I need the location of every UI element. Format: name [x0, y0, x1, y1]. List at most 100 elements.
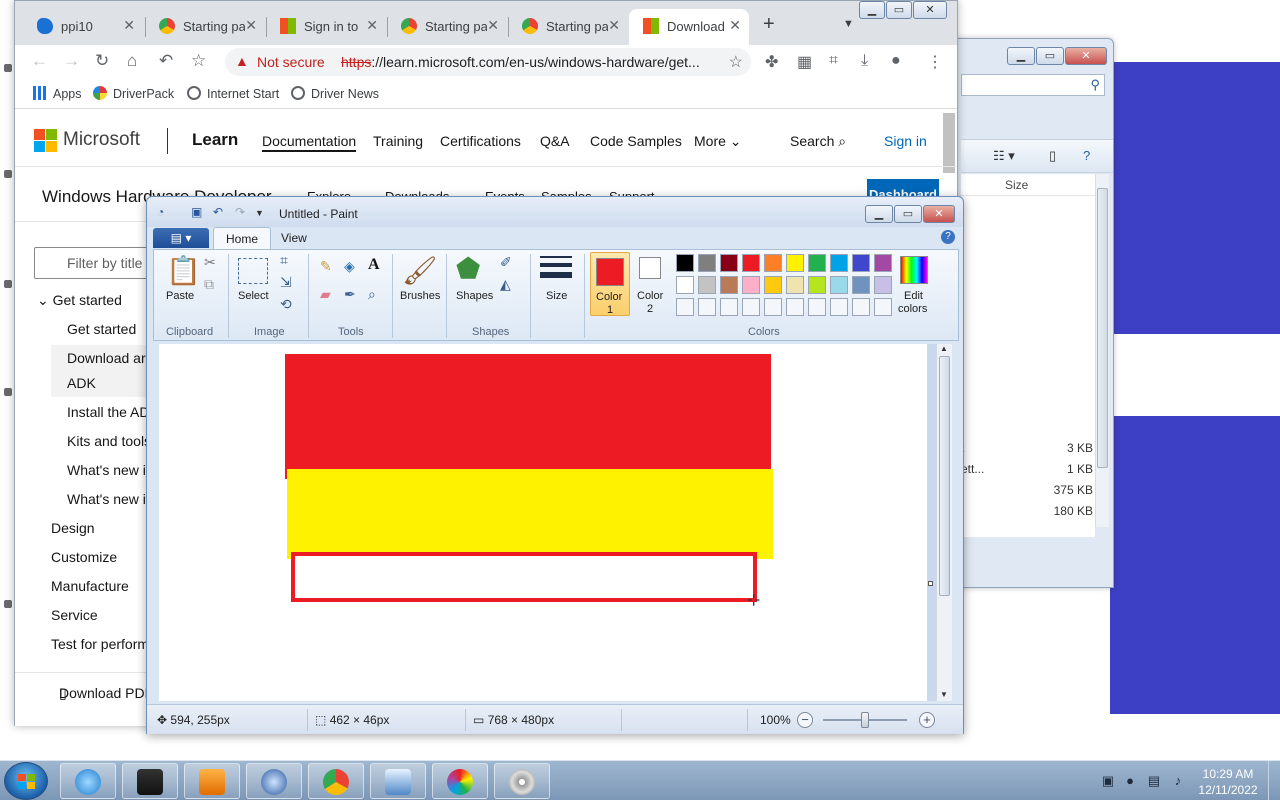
text-icon[interactable]: A: [368, 256, 380, 274]
browser-tab[interactable]: Starting pa ✕: [387, 9, 507, 45]
bookmark-apps[interactable]: Apps: [33, 86, 82, 101]
crop-icon[interactable]: ⌗: [280, 252, 288, 269]
tray-warning-icon[interactable]: ●: [1122, 773, 1138, 789]
color1-button[interactable]: Color 1: [590, 252, 630, 316]
palette-color-swatch[interactable]: [852, 254, 870, 272]
crop-icon[interactable]: ⌗: [829, 52, 838, 70]
bookmark-driver-news[interactable]: Driver News: [291, 86, 379, 101]
sign-in-link[interactable]: Sign in: [884, 133, 927, 149]
desktop-icon[interactable]: [4, 280, 12, 288]
desktop-icon[interactable]: [4, 64, 12, 72]
customize-qat-icon[interactable]: ▼: [255, 208, 264, 218]
view-options-icon[interactable]: ☷ ▾: [993, 148, 1015, 164]
close-tab-icon[interactable]: ✕: [729, 17, 741, 34]
microsoft-logo-icon[interactable]: [34, 129, 57, 152]
undo-icon[interactable]: ↶: [159, 51, 173, 71]
custom-color-slot[interactable]: [786, 298, 804, 316]
extensions-grid-icon[interactable]: ▦: [797, 52, 812, 72]
redo-icon[interactable]: ↷: [235, 205, 245, 219]
toc-item[interactable]: What's new i: [67, 462, 146, 478]
palette-color-swatch[interactable]: [698, 254, 716, 272]
toc-section[interactable]: Service: [51, 607, 98, 623]
palette-color-swatch[interactable]: [742, 254, 760, 272]
reload-icon[interactable]: ↻: [95, 51, 109, 71]
toc-section[interactable]: Manufacture: [51, 578, 129, 594]
toc-item[interactable]: Kits and tools: [67, 433, 151, 449]
taskbar-app[interactable]: [122, 763, 178, 799]
palette-color-swatch[interactable]: [720, 276, 738, 294]
toc-section[interactable]: Customize: [51, 549, 117, 565]
select-button[interactable]: Select: [238, 290, 269, 303]
palette-color-swatch[interactable]: [698, 276, 716, 294]
palette-color-swatch[interactable]: [852, 276, 870, 294]
custom-color-slot[interactable]: [720, 298, 738, 316]
custom-color-slot[interactable]: [808, 298, 826, 316]
file-menu-button[interactable]: ▤ ▾: [153, 228, 209, 248]
palette-color-swatch[interactable]: [742, 276, 760, 294]
close-tab-icon[interactable]: ✕: [123, 17, 135, 34]
desktop-icon[interactable]: [4, 388, 12, 396]
close-button[interactable]: ✕: [913, 1, 947, 19]
browser-tab[interactable]: Starting pa ✕: [145, 9, 265, 45]
profile-icon[interactable]: ●: [891, 52, 901, 70]
palette-color-swatch[interactable]: [764, 276, 782, 294]
explorer-scrollbar[interactable]: [1095, 174, 1109, 527]
download-icon[interactable]: ⤓: [861, 52, 868, 70]
scroll-down-icon[interactable]: ▼: [940, 690, 948, 699]
new-tab-icon[interactable]: +: [763, 13, 775, 36]
file-row[interactable]: ett... 1 KB: [961, 459, 1095, 480]
page-search[interactable]: Search ⌕: [790, 133, 846, 150]
taskbar-app[interactable]: [494, 763, 550, 799]
outline-icon[interactable]: ✐: [500, 254, 512, 271]
toc-item[interactable]: What's new i: [67, 491, 146, 507]
palette-color-swatch[interactable]: [808, 276, 826, 294]
save-icon[interactable]: ▣: [191, 205, 202, 219]
brand-name[interactable]: Microsoft: [63, 129, 140, 151]
color-picker-icon[interactable]: ✒: [344, 286, 356, 303]
shape-fill-icon[interactable]: ◭: [500, 276, 511, 293]
paste-button[interactable]: Paste: [166, 290, 194, 303]
tray-app-icon[interactable]: ▣: [1100, 773, 1116, 789]
column-header[interactable]: Size: [961, 174, 1095, 196]
brushes-icon[interactable]: 🖌: [402, 254, 438, 287]
shapes-button[interactable]: Shapes: [456, 290, 493, 303]
size-icon[interactable]: [540, 256, 572, 278]
custom-color-slot[interactable]: [764, 298, 782, 316]
magnifier-icon[interactable]: ⌕: [368, 286, 376, 303]
product-name[interactable]: Learn: [192, 130, 238, 150]
explorer-window[interactable]: ▁ ▭ ✕ ⚲ ☷ ▾ ▯ ? Size t 3 KB ett... 1 KB …: [940, 38, 1114, 588]
menu-icon[interactable]: ⋮: [927, 52, 943, 72]
home-icon[interactable]: ⌂: [127, 51, 137, 71]
eraser-icon[interactable]: ▰: [320, 286, 331, 303]
palette-color-swatch[interactable]: [764, 254, 782, 272]
pencil-icon[interactable]: ✎: [320, 258, 332, 275]
tab-home[interactable]: Home: [213, 227, 272, 250]
close-tab-icon[interactable]: ✕: [366, 17, 378, 34]
file-row[interactable]: 375 KB: [961, 480, 1095, 501]
palette-color-swatch[interactable]: [676, 276, 694, 294]
palette-color-swatch[interactable]: [786, 254, 804, 272]
help-icon[interactable]: ?: [941, 230, 955, 244]
drawing-canvas[interactable]: ⊹: [159, 344, 927, 701]
close-tab-icon[interactable]: ✕: [608, 17, 620, 34]
nav-documentation[interactable]: Documentation: [262, 133, 357, 152]
undo-icon[interactable]: ↶: [213, 205, 223, 219]
nav-qa[interactable]: Q&A: [540, 133, 570, 149]
toc-item[interactable]: Get started: [67, 321, 136, 337]
resize-handle[interactable]: [928, 581, 933, 586]
palette-color-swatch[interactable]: [720, 254, 738, 272]
maximize-button[interactable]: ▭: [886, 1, 912, 19]
minimize-button[interactable]: ▁: [865, 205, 893, 223]
close-button[interactable]: ✕: [923, 205, 955, 223]
security-label[interactable]: Not secure: [257, 54, 325, 70]
zoom-slider-thumb[interactable]: [861, 712, 869, 728]
paste-icon[interactable]: 📋: [166, 254, 201, 287]
resize-icon[interactable]: ⇲: [280, 274, 292, 291]
custom-color-slot[interactable]: [676, 298, 694, 316]
browser-tab-active[interactable]: Download ✕: [629, 9, 749, 45]
file-row[interactable]: 180 KB: [961, 501, 1095, 522]
paint-app-icon[interactable]: ◔: [157, 205, 164, 219]
browser-tab[interactable]: Starting pa ✕: [508, 9, 628, 45]
nav-certifications[interactable]: Certifications: [440, 133, 521, 149]
desktop-icon[interactable]: [4, 170, 12, 178]
